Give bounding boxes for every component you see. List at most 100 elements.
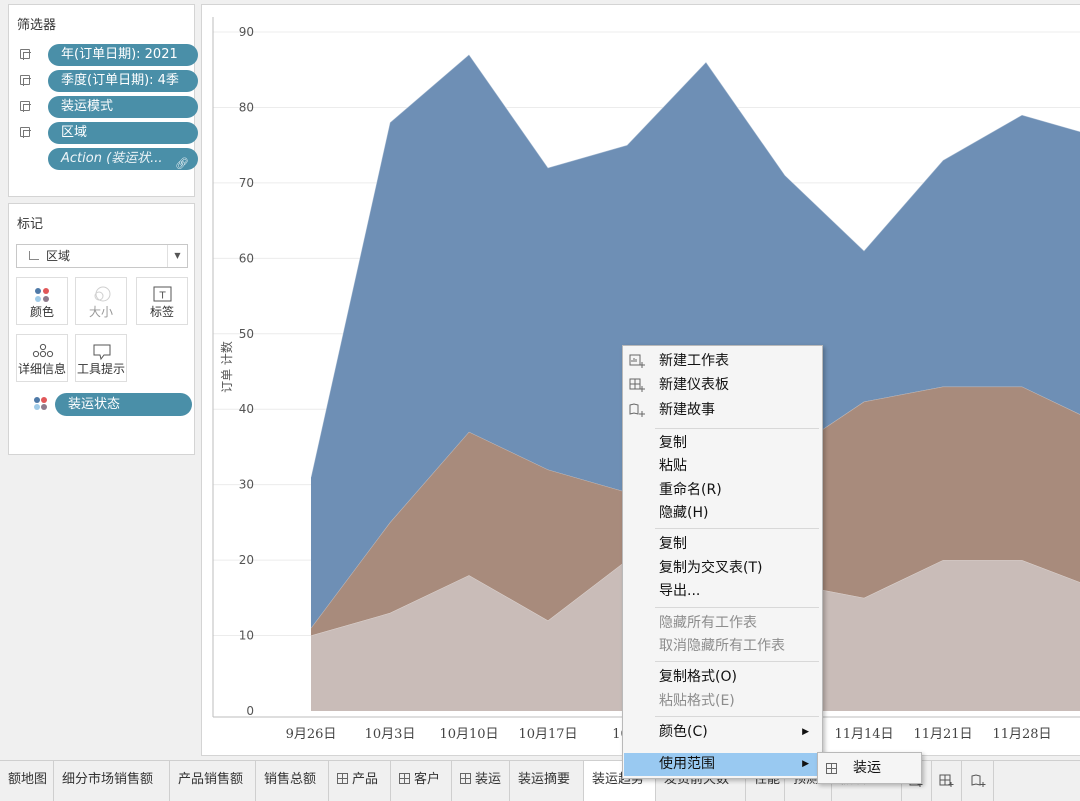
- mark-type-label: 区域: [46, 249, 71, 263]
- sheet-tab[interactable]: 产品销售额: [170, 761, 256, 801]
- filter-ship-mode[interactable]: 装运模式: [17, 96, 198, 118]
- worksheet-icon: [826, 763, 837, 774]
- sheet-tab[interactable]: 额地图: [0, 761, 54, 801]
- x-tick-label: 9月26日: [286, 727, 337, 742]
- sheet-tab-label: 细分市场销售额: [62, 772, 154, 787]
- menu-item[interactable]: 导出...: [624, 580, 821, 603]
- menu-item[interactable]: 复制为交叉表(T): [624, 557, 821, 580]
- new-dashboard-icon: [629, 378, 645, 392]
- menu-item-label: 重命名(R): [659, 482, 722, 498]
- color-button-label: 颜色: [29, 305, 54, 319]
- y-tick-label: 10: [239, 629, 254, 643]
- filter-quarter[interactable]: 季度(订单日期): 4季: [17, 70, 198, 92]
- menu-item-label: 使用范围: [659, 756, 715, 772]
- chevron-down-icon[interactable]: ▼: [167, 245, 187, 267]
- size-circles-icon: [76, 285, 126, 303]
- menu-item[interactable]: 新建仪表板: [624, 374, 821, 397]
- sheet-tab-label: 产品销售额: [178, 772, 244, 787]
- y-tick-label: 50: [239, 327, 254, 341]
- menu-item[interactable]: 使用范围 ▶: [624, 753, 821, 776]
- submenu-arrow-icon: ▶: [802, 727, 809, 737]
- color-dots-icon: [17, 285, 67, 303]
- submenu-arrow-icon: ▶: [802, 759, 809, 769]
- x-tick-label: 11月21日: [913, 727, 972, 742]
- mark-type-dropdown[interactable]: 区域 ▼: [16, 244, 188, 268]
- filter-pill-action[interactable]: Action (装运状... 🔗︎: [48, 148, 198, 170]
- context-menu: 新建工作表 新建仪表板 新建故事 复制 粘贴 重命名(R) 隐藏(H) 复制 复制为交叉表(T)…: [622, 345, 823, 779]
- y-tick-label: 30: [239, 478, 254, 492]
- menu-item-label: 颜色(C): [659, 724, 708, 740]
- menu-item-label: 粘贴: [659, 458, 687, 474]
- link-icon: 🔗︎: [175, 157, 189, 170]
- menu-item-label: 取消隐藏所有工作表: [659, 638, 785, 654]
- menu-item[interactable]: 复制: [624, 533, 821, 556]
- filter-region[interactable]: 区域: [17, 122, 198, 144]
- menu-item[interactable]: 新建工作表: [624, 350, 821, 373]
- new-story-icon[interactable]: [964, 761, 994, 801]
- menu-item: 隐藏所有工作表: [624, 612, 821, 635]
- menu-item-label: 导出...: [659, 583, 701, 599]
- detail-button[interactable]: 详细信息: [16, 334, 68, 382]
- menu-item[interactable]: 复制: [624, 432, 821, 455]
- x-tick-label: 10月10日: [439, 727, 498, 742]
- tooltip-bubble-icon: [76, 342, 126, 361]
- filter-icon: [20, 101, 31, 112]
- new-story-icon: [629, 403, 645, 417]
- menu-item[interactable]: 新建故事: [624, 399, 821, 422]
- area-chart-icon: [29, 251, 39, 260]
- filter-pill[interactable]: 装运模式: [48, 96, 198, 118]
- menu-item-label: 隐藏所有工作表: [659, 615, 757, 631]
- x-tick-label: 11月28日: [992, 727, 1051, 742]
- filter-action[interactable]: Action (装运状... 🔗︎: [17, 148, 198, 170]
- menu-item-label: 新建仪表板: [659, 377, 729, 393]
- sheet-tab-label: 产品: [352, 772, 379, 787]
- sheet-tab[interactable]: 客户: [391, 761, 452, 801]
- worksheet-icon: [337, 773, 348, 784]
- ship-status-field-row[interactable]: 装运状态: [17, 393, 192, 416]
- submenu-item-shipping[interactable]: 装运: [819, 757, 920, 780]
- filter-icon: [20, 75, 31, 86]
- menu-item: 粘贴格式(E): [624, 690, 821, 713]
- menu-item[interactable]: 重命名(R): [624, 479, 821, 502]
- svg-text:T: T: [158, 291, 166, 302]
- menu-item-label: 复制为交叉表(T): [659, 560, 763, 576]
- menu-separator: [655, 428, 819, 429]
- menu-item-label: 新建故事: [659, 402, 715, 418]
- color-button[interactable]: 颜色: [16, 277, 68, 325]
- menu-item[interactable]: 粘贴: [624, 455, 821, 478]
- menu-item-label: 复制格式(O): [659, 669, 737, 685]
- filter-year[interactable]: 年(订单日期): 2021: [17, 44, 198, 66]
- label-button[interactable]: T 标签: [136, 277, 188, 325]
- menu-item[interactable]: 复制格式(O): [624, 666, 821, 689]
- new-dashboard-icon[interactable]: [932, 761, 962, 801]
- filter-pill[interactable]: 区域: [48, 122, 198, 144]
- menu-separator: [655, 607, 819, 608]
- marks-panel: 标记 区域 ▼ 颜色 大小 T 标签 详细信息 工具提示 装运状态: [8, 203, 195, 455]
- menu-item[interactable]: 颜色(C) ▶: [624, 721, 821, 744]
- ship-status-pill[interactable]: 装运状态: [55, 393, 192, 416]
- detail-button-label: 详细信息: [17, 362, 66, 376]
- menu-item-label: 复制: [659, 435, 687, 451]
- filter-icon: [20, 49, 31, 60]
- y-tick-label: 60: [239, 251, 254, 265]
- filter-pill[interactable]: 年(订单日期): 2021: [48, 44, 198, 66]
- menu-item[interactable]: 隐藏(H): [624, 502, 821, 525]
- filter-pill[interactable]: 季度(订单日期): 4季: [48, 70, 198, 92]
- menu-item-label: 新建工作表: [659, 353, 729, 369]
- menu-item: 取消隐藏所有工作表: [624, 635, 821, 658]
- size-button-label: 大小: [88, 305, 113, 319]
- y-tick-label: 20: [239, 553, 254, 567]
- marks-title: 标记: [17, 217, 44, 232]
- y-tick-label: 70: [239, 176, 254, 190]
- x-tick-label: 10月3日: [365, 727, 416, 742]
- sheet-tab[interactable]: 装运摘要: [510, 761, 584, 801]
- y-axis-title: 订单 计数: [219, 341, 234, 393]
- menu-separator: [655, 528, 819, 529]
- sheet-tab[interactable]: 装运: [452, 761, 510, 801]
- tooltip-button[interactable]: 工具提示: [75, 334, 127, 382]
- y-tick-label: 90: [239, 25, 254, 39]
- sheet-tab[interactable]: 产品: [329, 761, 391, 801]
- x-tick-label: 10月17日: [518, 727, 577, 742]
- sheet-tab[interactable]: 细分市场销售额: [54, 761, 170, 801]
- sheet-tab[interactable]: 销售总额: [256, 761, 329, 801]
